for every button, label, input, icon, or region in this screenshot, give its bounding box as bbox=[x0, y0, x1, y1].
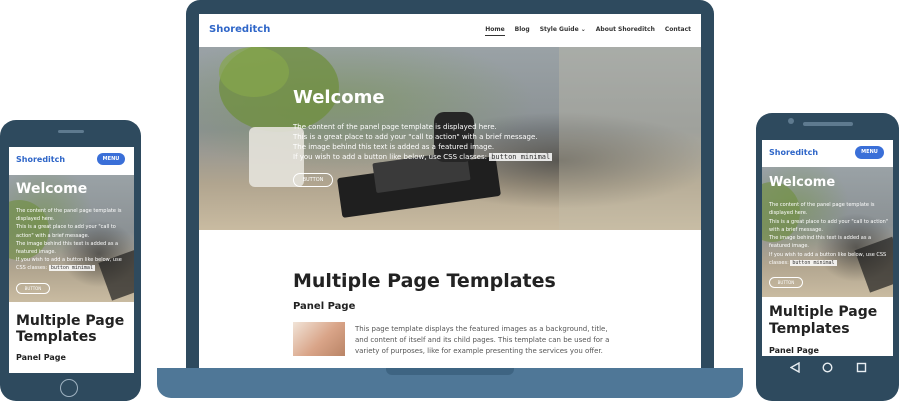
home-circle-icon[interactable] bbox=[822, 362, 833, 373]
home-button-icon[interactable] bbox=[60, 379, 78, 397]
hero-line-3-mobile: The image behind this text is added as a… bbox=[16, 240, 119, 256]
section-title: Panel Page bbox=[293, 301, 356, 312]
site-header: Shoreditch Home Blog Style Guide ⌄ About… bbox=[199, 14, 701, 47]
hero-text: The content of the panel page template i… bbox=[293, 122, 593, 162]
section-paragraph: This page template displays the featured… bbox=[355, 325, 610, 355]
nav-item-blog[interactable]: Blog bbox=[515, 26, 530, 36]
hero-title: Welcome bbox=[293, 87, 385, 108]
hero-line-3: The image behind this text is added as a… bbox=[293, 143, 495, 151]
content-title-android: Multiple Page Templates bbox=[769, 304, 878, 337]
hero-text-android: The content of the panel page template i… bbox=[769, 201, 889, 267]
hero-title-android: Welcome bbox=[769, 175, 836, 190]
menu-button[interactable]: MENU bbox=[97, 153, 125, 165]
hero-section: Welcome The content of the panel page te… bbox=[199, 47, 701, 230]
hero-code-snippet-android: button minimal bbox=[790, 260, 837, 267]
hero-line-1-mobile: The content of the panel page template i… bbox=[16, 208, 122, 223]
hero-button-mobile[interactable]: BUTTON bbox=[16, 283, 50, 294]
chevron-down-icon: ⌄ bbox=[580, 26, 586, 33]
recents-square-icon[interactable] bbox=[856, 362, 867, 373]
hero-line-2: This is a great place to add your "call … bbox=[293, 133, 538, 141]
android-nav-bar bbox=[762, 356, 893, 380]
hero-line-3-android: The image behind this text is added as a… bbox=[769, 235, 872, 250]
content-title-mobile: Multiple Page Templates bbox=[16, 313, 125, 345]
hero-line-1: The content of the panel page template i… bbox=[293, 123, 497, 131]
hero-line-2-android: This is a great place to add your "call … bbox=[769, 218, 889, 233]
phone-right-speaker bbox=[803, 122, 853, 126]
hero-code-snippet-mobile: button minimal bbox=[48, 265, 95, 272]
section-title-android: Panel Page bbox=[769, 346, 819, 355]
site-logo-android[interactable]: Shoreditch bbox=[769, 148, 818, 157]
hero-button[interactable]: BUTTON bbox=[293, 173, 333, 187]
hero-text-mobile: The content of the panel page template i… bbox=[16, 207, 128, 273]
hero-title-mobile: Welcome bbox=[16, 181, 88, 197]
hero-code-snippet: button minimal bbox=[489, 153, 553, 161]
main-nav: Home Blog Style Guide ⌄ About Shoreditch… bbox=[485, 26, 691, 36]
hero-button-android[interactable]: BUTTON bbox=[769, 277, 803, 288]
hero-line-1-android: The content of the panel page template i… bbox=[769, 202, 875, 217]
phone-left-speaker bbox=[58, 130, 84, 133]
back-triangle-icon[interactable] bbox=[790, 362, 801, 373]
nav-item-about[interactable]: About Shoreditch bbox=[596, 26, 655, 36]
site-logo[interactable]: Shoreditch bbox=[209, 24, 270, 35]
nav-item-contact[interactable]: Contact bbox=[665, 26, 691, 36]
phone-right-screen: Shoreditch MENU Welcome The content of t… bbox=[762, 140, 893, 356]
hero-section-mobile: Welcome The content of the panel page te… bbox=[9, 175, 134, 302]
hero-section-android: Welcome The content of the panel page te… bbox=[762, 167, 893, 297]
panel-thumbnail-image bbox=[293, 322, 345, 356]
hero-line-4: If you wish to add a button like below, … bbox=[293, 152, 593, 162]
content-title: Multiple Page Templates bbox=[293, 270, 556, 292]
nav-item-style-guide[interactable]: Style Guide ⌄ bbox=[540, 26, 586, 36]
section-title-mobile: Panel Page bbox=[16, 353, 66, 362]
hero-line-2-mobile: This is a great place to add your "call … bbox=[16, 224, 116, 239]
phone-left-screen: Shoreditch MENU Welcome The content of t… bbox=[9, 147, 134, 373]
hero-line-4-mobile: If you wish to add a button like below, … bbox=[16, 256, 128, 272]
site-logo-mobile[interactable]: Shoreditch bbox=[16, 155, 65, 164]
nav-item-style-guide-label: Style Guide bbox=[539, 26, 579, 33]
camera-icon bbox=[788, 118, 794, 124]
hero-line-4-prefix: If you wish to add a button like below, … bbox=[293, 153, 487, 161]
menu-button-android[interactable]: MENU bbox=[855, 146, 884, 159]
nav-item-home[interactable]: Home bbox=[485, 26, 505, 36]
laptop-screen: Shoreditch Home Blog Style Guide ⌄ About… bbox=[199, 14, 701, 368]
laptop-trackpad-notch bbox=[386, 368, 514, 375]
hero-line-4-android: If you wish to add a button like below, … bbox=[769, 251, 889, 268]
